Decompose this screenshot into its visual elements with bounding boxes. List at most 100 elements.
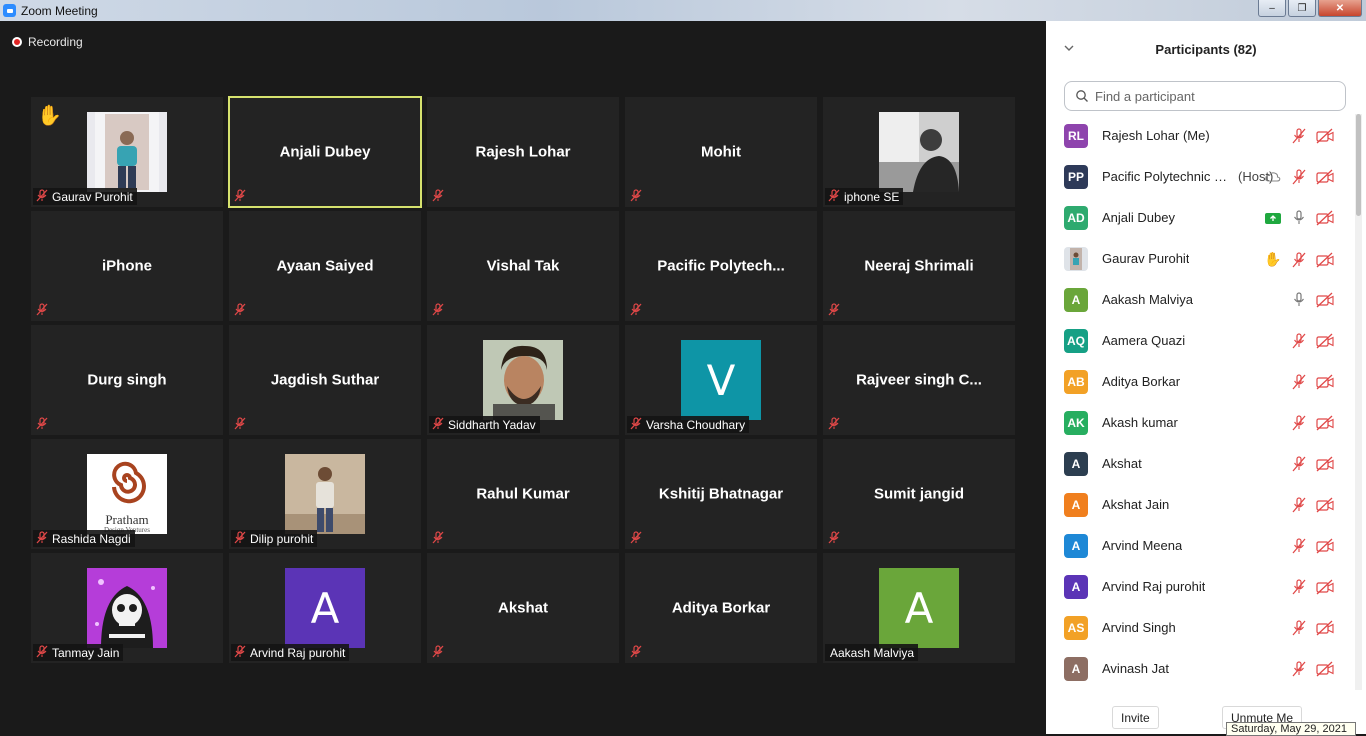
mic-muted-icon[interactable] xyxy=(1290,415,1308,431)
video-tile[interactable]: Akshat xyxy=(427,553,619,663)
video-tile[interactable]: Rajesh Lohar xyxy=(427,97,619,207)
participant-row[interactable]: A Aakash Malviya xyxy=(1046,279,1352,320)
video-tile[interactable]: Aditya Borkar xyxy=(625,553,817,663)
participants-scrollbar[interactable] xyxy=(1355,114,1362,690)
mic-muted-icon[interactable] xyxy=(1290,374,1308,390)
participant-row[interactable]: A Arvind Meena xyxy=(1046,525,1352,566)
profile-photo xyxy=(285,454,365,534)
video-tile[interactable]: ✋ Gaurav Purohit xyxy=(31,97,223,207)
participant-row[interactable]: AS Arvind Singh xyxy=(1046,607,1352,648)
video-tile[interactable]: Kshitij Bhatnagar xyxy=(625,439,817,549)
mic-muted-icon[interactable] xyxy=(1290,333,1308,349)
participant-row[interactable]: AK Akash kumar xyxy=(1046,402,1352,443)
video-tile[interactable]: Anjali Dubey xyxy=(228,96,422,208)
mic-muted-icon[interactable] xyxy=(1290,620,1308,636)
video-off-icon[interactable] xyxy=(1316,374,1334,390)
tile-name-label: Aakash Malviya xyxy=(825,644,919,661)
participant-row[interactable]: A Arvind Raj purohit xyxy=(1046,566,1352,607)
recording-indicator[interactable]: Recording xyxy=(12,35,83,49)
mic-muted-icon[interactable] xyxy=(1290,661,1308,677)
video-tile[interactable]: Siddharth Yadav xyxy=(427,325,619,435)
video-off-icon[interactable] xyxy=(1316,128,1334,144)
participant-status-icons xyxy=(1290,333,1334,349)
mic-icon[interactable] xyxy=(1290,210,1308,226)
video-off-icon[interactable] xyxy=(1316,620,1334,636)
minimize-button[interactable]: – xyxy=(1258,0,1286,17)
video-off-icon[interactable] xyxy=(1316,579,1334,595)
participant-row[interactable]: AD Anjali Dubey xyxy=(1046,197,1352,238)
mic-muted-icon[interactable] xyxy=(1290,169,1308,185)
mic-muted-icon[interactable] xyxy=(1290,251,1308,268)
participant-name: Aditya Borkar xyxy=(1102,374,1181,389)
participant-row[interactable]: A Avinash Jat xyxy=(1046,648,1352,689)
video-off-icon[interactable] xyxy=(1316,210,1334,226)
video-off-icon[interactable] xyxy=(1316,456,1334,472)
mic-muted-icon[interactable] xyxy=(1290,456,1308,472)
participant-status-icons xyxy=(1290,415,1334,431)
mic-icon[interactable] xyxy=(1290,292,1308,308)
video-tile[interactable]: Mohit xyxy=(625,97,817,207)
mic-muted-icon xyxy=(35,302,49,319)
mic-muted-icon[interactable] xyxy=(1290,128,1308,144)
video-tile[interactable]: PrathamDesign VenturesRashida Nagdi xyxy=(31,439,223,549)
video-tile[interactable]: Pacific Polytech... xyxy=(625,211,817,321)
video-tile[interactable]: Ayaan Saiyed xyxy=(229,211,421,321)
video-tile[interactable]: Neeraj Shrimali xyxy=(823,211,1015,321)
mic-muted-icon[interactable] xyxy=(1290,579,1308,595)
raised-hand-icon: ✋ xyxy=(37,105,62,127)
participant-list: RL Rajesh Lohar (Me) PP Pacific Polytechnic… xyxy=(1046,115,1352,689)
participant-avatar: AQ xyxy=(1064,328,1088,353)
search-input[interactable] xyxy=(1093,87,1337,105)
participant-status-icons xyxy=(1264,210,1334,226)
video-tile[interactable]: Dilip purohit xyxy=(229,439,421,549)
participant-search[interactable] xyxy=(1064,81,1346,111)
raised-hand-icon: ✋ xyxy=(1264,251,1282,267)
close-button[interactable]: ✕ xyxy=(1318,0,1362,17)
tile-label-text: Aakash Malviya xyxy=(830,645,915,660)
maximize-button[interactable]: ❐ xyxy=(1288,0,1316,17)
video-tile[interactable]: iphone SE xyxy=(823,97,1015,207)
video-tile[interactable]: Durg singh xyxy=(31,325,223,435)
video-tile[interactable]: Jagdish Suthar xyxy=(229,325,421,435)
tile-label-text: Varsha Choudhary xyxy=(646,417,746,432)
participant-row[interactable]: PP Pacific Polytechnic C... (Host) xyxy=(1046,156,1352,197)
participant-avatar: AB xyxy=(1064,369,1088,394)
video-off-icon[interactable] xyxy=(1316,497,1334,513)
invite-button[interactable]: Invite xyxy=(1112,706,1159,729)
participant-row[interactable]: AQ Aamera Quazi xyxy=(1046,320,1352,361)
mic-muted-icon[interactable] xyxy=(1290,538,1308,554)
video-tile[interactable]: A Aakash Malviya xyxy=(823,553,1015,663)
scrollbar-thumb[interactable] xyxy=(1356,114,1361,216)
tile-participant-name: Rajesh Lohar xyxy=(475,143,571,161)
participant-row[interactable]: RL Rajesh Lohar (Me) xyxy=(1046,115,1352,156)
video-tile[interactable]: Rajveer singh C... xyxy=(823,325,1015,435)
video-tile[interactable]: Rahul Kumar xyxy=(427,439,619,549)
video-off-icon[interactable] xyxy=(1316,252,1334,268)
mic-muted-icon[interactable] xyxy=(1290,497,1308,513)
participants-title: Participants (82) xyxy=(1155,42,1257,57)
mic-muted-icon xyxy=(827,530,841,547)
video-off-icon[interactable] xyxy=(1316,169,1334,185)
video-tile[interactable]: iPhone xyxy=(31,211,223,321)
video-off-icon[interactable] xyxy=(1316,333,1334,349)
tile-label-text: Siddharth Yadav xyxy=(448,417,536,432)
video-off-icon[interactable] xyxy=(1316,538,1334,554)
video-tile[interactable]: V Varsha Choudhary xyxy=(625,325,817,435)
video-tile[interactable]: Tanmay Jain xyxy=(31,553,223,663)
video-tile[interactable]: Vishal Tak xyxy=(427,211,619,321)
participant-row[interactable]: Gaurav Purohit ✋ xyxy=(1046,238,1352,279)
video-tile[interactable]: Sumit jangid xyxy=(823,439,1015,549)
participant-row[interactable]: A Akshat xyxy=(1046,443,1352,484)
participant-row[interactable]: AB Aditya Borkar xyxy=(1046,361,1352,402)
tile-name-label xyxy=(429,302,449,319)
video-off-icon[interactable] xyxy=(1316,292,1334,308)
participants-panel: Participants (82) RL Rajesh Lohar (Me) PP P… xyxy=(1046,21,1366,734)
tile-label-text: Arvind Raj purohit xyxy=(250,645,346,660)
tile-participant-name: Sumit jangid xyxy=(874,485,964,503)
video-off-icon[interactable] xyxy=(1316,415,1334,431)
video-off-icon[interactable] xyxy=(1316,661,1334,677)
video-tile[interactable]: A Arvind Raj purohit xyxy=(229,553,421,663)
participant-row[interactable]: A Akshat Jain xyxy=(1046,484,1352,525)
participants-header: Participants (82) xyxy=(1046,21,1366,77)
tile-name-label xyxy=(231,188,251,205)
